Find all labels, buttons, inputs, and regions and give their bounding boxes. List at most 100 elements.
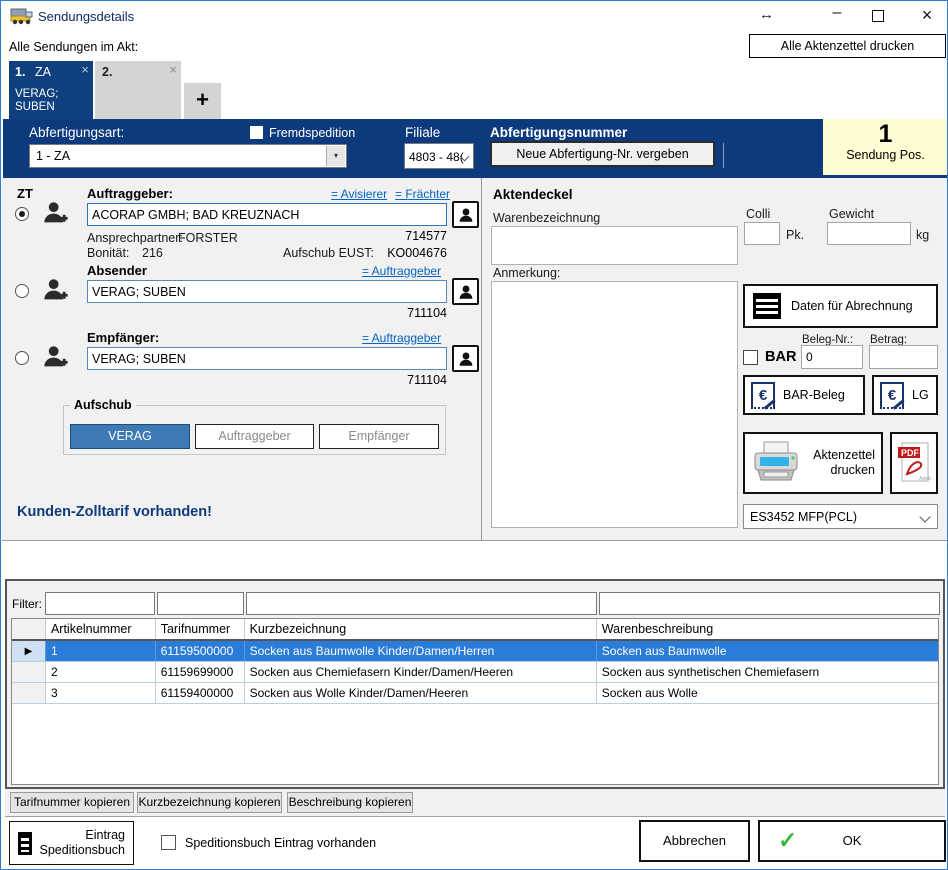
cell-tarifnummer: 61159500000	[156, 641, 245, 661]
fremdspedition-label: Fremdspedition	[269, 126, 355, 140]
column-header-artikelnummer[interactable]: Artikelnummer	[46, 619, 156, 639]
colli-label: Colli	[746, 207, 770, 221]
empfaenger-input[interactable]	[87, 347, 447, 370]
copy-kurzbezeichnung-button[interactable]: Kurzbezeichnung kopieren	[137, 792, 282, 813]
absender-contact-icon[interactable]	[452, 278, 479, 305]
filter-kurzbezeichnung-input[interactable]	[246, 592, 597, 615]
beleg-nr-input[interactable]	[801, 345, 863, 369]
pk-label: Pk.	[786, 228, 804, 242]
avisierer-link[interactable]: = Avisierer	[331, 187, 387, 201]
auftraggeber-radio[interactable]	[15, 207, 29, 221]
empfaenger-kundennummer: 711104	[367, 373, 447, 387]
speditionsbuch-checkbox[interactable]	[161, 835, 176, 850]
daten-abrechnung-label: Daten für Abrechnung	[791, 299, 913, 313]
filter-artikelnummer-input[interactable]	[45, 592, 155, 615]
copy-tarifnummer-button[interactable]: Tarifnummer kopieren	[10, 792, 134, 813]
add-contact-icon[interactable]	[42, 343, 70, 374]
copy-beschreibung-button[interactable]: Beschreibung kopieren	[287, 792, 413, 813]
abbrechen-button[interactable]: Abbrechen	[639, 820, 750, 862]
sendung-position-badge: 1 Sendung Pos.	[823, 119, 948, 175]
bar-beleg-button[interactable]: € BAR-Beleg	[743, 375, 865, 415]
add-contact-icon[interactable]	[42, 199, 70, 230]
eintrag-speditionsbuch-button[interactable]: Eintrag Speditionsbuch	[9, 821, 134, 865]
abfertigungsart-dropdown[interactable]: 1 - ZA ▾	[29, 144, 347, 168]
ok-button[interactable]: ✓ OK	[758, 820, 946, 862]
column-header-warenbeschreibung[interactable]: Warenbeschreibung	[597, 619, 938, 639]
tab2-close-icon[interactable]: ×	[169, 62, 177, 77]
abfertigungsnummer-label: Abfertigungsnummer	[490, 125, 627, 140]
aufschub-empfaenger-button[interactable]: Empfänger	[319, 424, 439, 449]
tab1-close-icon[interactable]: ×	[81, 62, 89, 77]
empfaenger-label: Empfänger:	[87, 330, 159, 345]
filter-warenbeschreibung-input[interactable]	[599, 592, 940, 615]
article-grid-panel: Filter: Artikelnummer Tarifnummer Kurzbe…	[5, 579, 945, 789]
filiale-dropdown[interactable]: 4803 - 48(	[404, 143, 474, 169]
position-count: 1	[823, 120, 948, 148]
aufschub-auftraggeber-button[interactable]: Auftraggeber	[195, 424, 314, 449]
main-form: ZT Auftraggeber: = Avisierer = Frächter …	[2, 178, 948, 541]
table-row[interactable]: 3 61159400000 Socken aus Wolle Kinder/Da…	[12, 683, 938, 704]
absender-input[interactable]	[87, 280, 447, 303]
row-selector-cell	[12, 662, 46, 682]
aufschub-label: Aufschub	[70, 398, 136, 412]
column-header-tarifnummer[interactable]: Tarifnummer	[156, 619, 245, 639]
current-row-marker-icon: ▶	[25, 646, 33, 657]
dropdown-arrow-icon[interactable]: ▾	[326, 146, 345, 166]
divider	[723, 143, 724, 168]
printer-dropdown[interactable]: ES3452 MFP(PCL)	[743, 504, 938, 529]
add-contact-icon[interactable]	[42, 276, 70, 307]
column-header-kurzbezeichnung[interactable]: Kurzbezeichnung	[245, 619, 597, 639]
tab1-line2: SUBEN	[15, 101, 55, 113]
betrag-input[interactable]	[869, 345, 938, 369]
row-selector-cell	[12, 683, 46, 703]
fremdspedition-checkbox[interactable]	[250, 126, 263, 139]
table-row[interactable]: 2 61159699000 Socken aus Chemiefasern Ki…	[12, 662, 938, 683]
printer-icon	[751, 440, 801, 487]
aufschub-eust-value: KO004676	[367, 246, 447, 260]
auftraggeber-input[interactable]	[87, 203, 447, 226]
tab-shipment-2[interactable]: 2. ×	[95, 61, 181, 119]
minimize-button[interactable]: –	[825, 4, 849, 22]
speditionsbuch-checkbox-label: Speditionsbuch Eintrag vorhanden	[185, 836, 376, 850]
cell-artikelnummer: 2	[46, 662, 156, 682]
svg-text:PDF: PDF	[901, 448, 920, 458]
neue-abfertigung-nr-button[interactable]: Neue Abfertigung-Nr. vergeben	[490, 141, 715, 167]
fraechter-link[interactable]: = Frächter	[395, 187, 450, 201]
resize-icon[interactable]: ↔	[759, 6, 774, 23]
pdf-button[interactable]: PDF Adobe	[890, 432, 938, 494]
filter-label: Filter:	[12, 597, 42, 611]
table-row[interactable]: ▶ 1 61159500000 Socken aus Baumwolle Kin…	[12, 641, 938, 662]
auftraggeber-contact-icon[interactable]	[452, 201, 479, 228]
absender-auftraggeber-link[interactable]: = Auftraggeber	[362, 264, 441, 278]
absender-radio[interactable]	[15, 284, 29, 298]
colli-input[interactable]	[744, 222, 780, 245]
list-icon	[753, 293, 781, 319]
position-label: Sendung Pos.	[823, 148, 948, 162]
aufschub-verag-button[interactable]: VERAG	[70, 424, 190, 449]
cell-kurzbezeichnung: Socken aus Wolle Kinder/Damen/Heeren	[245, 683, 597, 703]
maximize-button[interactable]	[872, 10, 884, 22]
aktenzettel-drucken-button[interactable]: Aktenzettel drucken	[743, 432, 883, 494]
filiale-label: Filiale	[405, 125, 440, 140]
bar-checkbox[interactable]	[743, 350, 758, 365]
print-all-aktenzettel-button[interactable]: Alle Aktenzettel drucken	[749, 34, 946, 58]
panel-divider	[481, 178, 482, 541]
eintrag-line2: Speditionsbuch	[40, 843, 125, 857]
eintrag-line1: Eintrag	[85, 828, 125, 842]
gewicht-input[interactable]	[827, 222, 911, 245]
sendungsdetails-window: Sendungsdetails ↔ – × Alle Sendungen im …	[0, 0, 948, 870]
empfaenger-radio[interactable]	[15, 351, 29, 365]
cell-kurzbezeichnung: Socken aus Chemiefasern Kinder/Damen/Hee…	[245, 662, 597, 682]
empfaenger-auftraggeber-link[interactable]: = Auftraggeber	[362, 331, 441, 345]
daten-abrechnung-button[interactable]: Daten für Abrechnung	[743, 284, 938, 328]
filter-tarifnummer-input[interactable]	[157, 592, 244, 615]
lg-button[interactable]: € LG	[872, 375, 938, 415]
tab-shipment-1[interactable]: 1. ZA × VERAG; SUBEN	[9, 61, 93, 119]
close-button[interactable]: ×	[915, 5, 939, 26]
truck-icon	[10, 7, 33, 28]
aufschub-eust-label: Aufschub EUST:	[283, 246, 374, 260]
warenbezeichnung-textarea[interactable]	[491, 226, 738, 265]
anmerkung-textarea[interactable]	[491, 281, 738, 528]
empfaenger-contact-icon[interactable]	[452, 345, 479, 372]
add-shipment-tab-button[interactable]: +	[184, 83, 221, 119]
